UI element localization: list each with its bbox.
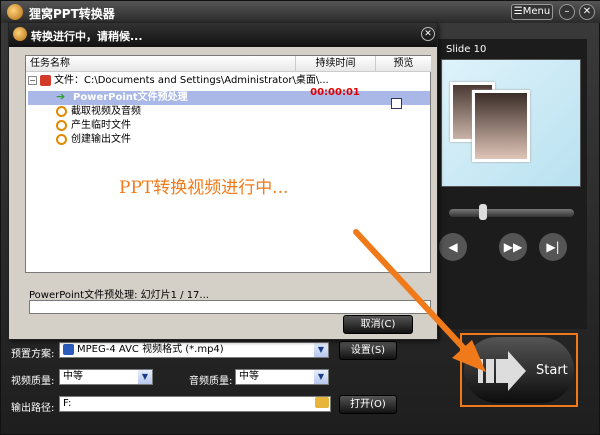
prev-icon[interactable]: ◀ [439,233,467,261]
file-row-label: 文件：C:\Documents and Settings\Administrat… [54,75,329,86]
output-path-label: 输出路径: [11,403,55,414]
ppt-file-icon [40,74,51,86]
app-titlebar: 狸窝PPT转换器 ☰Menu – ✕ [1,1,600,23]
playback-slider[interactable] [449,209,574,217]
column-header-preview[interactable]: 预览 [376,56,431,72]
file-row[interactable]: − 文件：C:\Documents and Settings\Administra… [28,74,329,88]
video-quality-value: 中等 [63,371,83,382]
audio-quality-label: 音频质量: [189,376,233,387]
minimize-icon[interactable]: – [559,4,575,20]
slide-photo [472,90,530,162]
chevron-down-icon[interactable]: ▼ [138,370,152,384]
current-step-arrow-icon: ➔ [56,90,66,103]
clock-icon [56,105,67,117]
dialog-logo-icon [13,27,27,41]
dialog-titlebar: 转换进行中，请稍候... ✕ [9,23,437,47]
dialog-title: 转换进行中，请稍候... [31,30,143,43]
start-arrow-icon [478,351,526,391]
close-icon[interactable]: ✕ [421,27,435,41]
output-path-value: F: [63,398,72,409]
cancel-button[interactable]: 取消(C) [343,315,413,334]
task-label: 截取视频及音频 [71,106,141,117]
task-label: 产生临时文件 [71,120,131,131]
app-logo-icon [7,4,23,20]
preset-select[interactable]: MPEG-4 AVC 视频格式 (*.mp4) ▼ [59,342,329,358]
task-label: PowerPoint文件预处理 [73,92,188,103]
menu-label: Menu [522,6,551,17]
conversion-dialog: 转换进行中，请稍候... ✕ 任务名称 持续时间 预览 − 文件：C:\Docum… [8,22,438,340]
film-icon [63,343,74,355]
chevron-down-icon[interactable]: ▼ [314,343,328,357]
app-title: 狸窝PPT转换器 [29,7,115,21]
chevron-down-icon[interactable]: ▼ [314,370,328,384]
preview-checkbox[interactable] [391,98,402,109]
close-icon[interactable]: ✕ [579,4,595,20]
next-icon[interactable]: ▶| [539,233,567,261]
preset-value: MPEG-4 AVC 视频格式 (*.mp4) [77,344,224,355]
progress-bar [29,300,431,314]
preset-label: 预置方案: [11,349,55,360]
audio-quality-select[interactable]: 中等 ▼ [235,369,329,385]
playback-slider-thumb[interactable] [479,204,487,220]
output-path-input[interactable]: F: [59,396,331,412]
conversion-message: PPT转换视频进行中... [119,178,289,198]
fast-forward-icon[interactable]: ▶▶ [499,233,527,261]
task-row[interactable]: 创建输出文件 [28,133,131,147]
folder-icon[interactable] [315,397,329,408]
clock-icon [56,133,67,145]
column-header-duration[interactable]: 持续时间 [296,56,376,72]
task-duration: 00:00:01 [310,87,360,98]
menu-button[interactable]: ☰Menu [511,4,553,20]
video-quality-label: 视频质量: [11,376,55,387]
open-button[interactable]: 打开(O) [339,395,397,414]
slide-preview-image [441,59,581,187]
task-row[interactable]: 截取视频及音频 [28,105,141,119]
video-quality-select[interactable]: 中等 ▼ [59,369,153,385]
slide-label: Slide 10 [446,44,487,55]
column-header-name[interactable]: 任务名称 [26,56,296,72]
status-text: PowerPoint文件预处理: 幻灯片1 / 17... [29,290,209,301]
start-button[interactable]: Start [464,337,574,403]
start-label: Start [536,363,568,378]
collapse-icon[interactable]: − [28,75,37,85]
clock-icon [56,119,67,131]
audio-quality-value: 中等 [239,371,259,382]
task-row[interactable]: 产生临时文件 [28,119,131,133]
task-label: 创建输出文件 [71,134,131,145]
settings-button[interactable]: 设置(S) [339,341,397,360]
